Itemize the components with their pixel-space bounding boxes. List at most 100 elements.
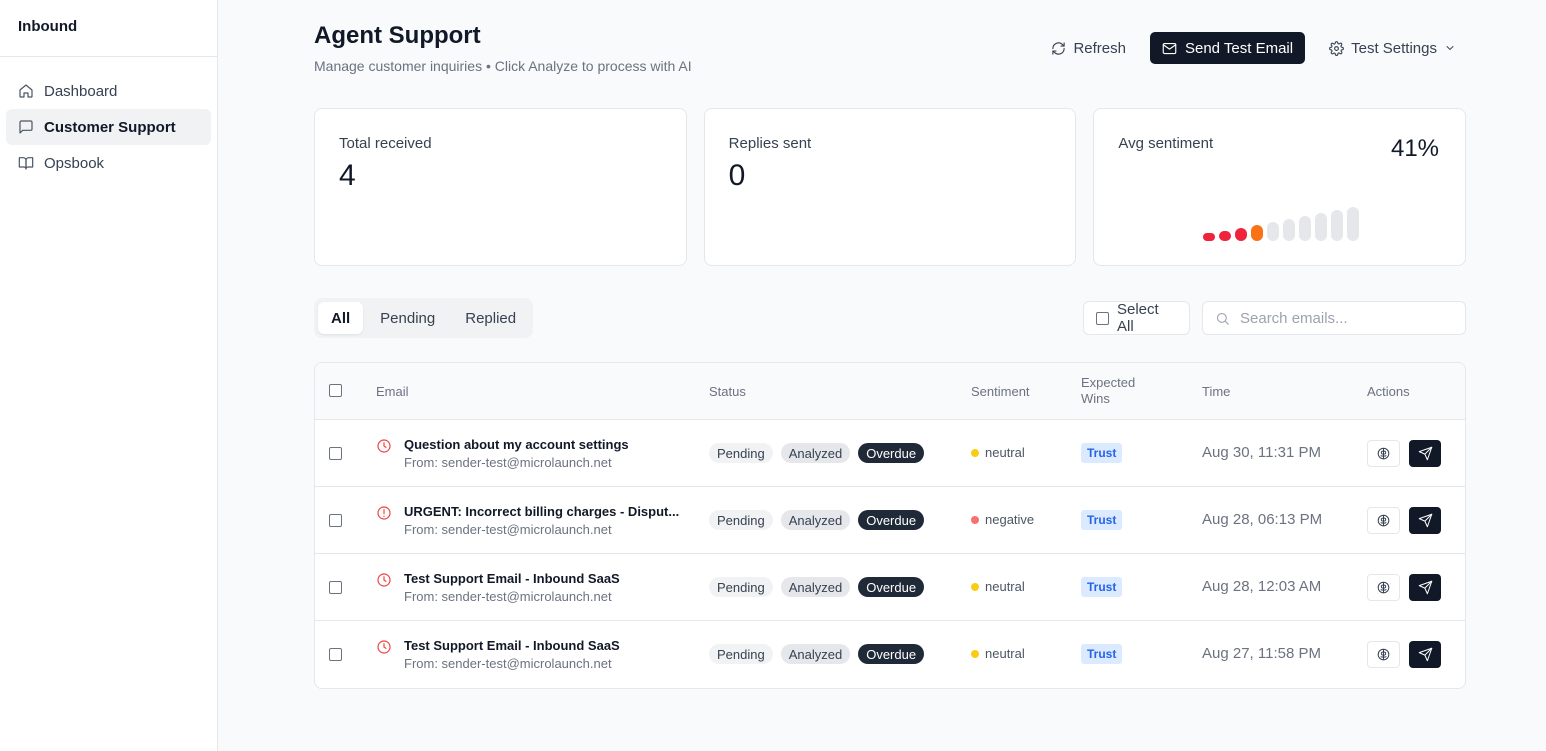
status-badges: Pending Analyzed Overdue [709,644,925,664]
email-subject: Question about my account settings [404,437,629,452]
table-row[interactable]: Test Support Email - Inbound SaaS From: … [315,621,1465,688]
analyze-button[interactable] [1367,641,1400,668]
status-badge-pending: Pending [709,443,773,463]
column-header-status: Status [709,384,746,399]
table-header: Email Status Sentiment Expected Wins Tim… [315,363,1465,420]
table-row[interactable]: Test Support Email - Inbound SaaS From: … [315,554,1465,621]
row-checkbox[interactable] [329,581,342,594]
status-badge-overdue: Overdue [858,577,925,597]
brain-icon [1377,514,1390,527]
row-checkbox[interactable] [329,447,342,460]
status-tabs: All Pending Replied [314,298,534,338]
mail-icon [1162,42,1177,54]
analyze-button[interactable] [1367,574,1400,601]
emails-table: Email Status Sentiment Expected Wins Tim… [314,362,1466,689]
sentiment-bar [1347,207,1360,241]
test-settings-label: Test Settings [1351,39,1437,57]
sentiment-indicator: neutral [971,646,1025,661]
column-header-time: Time [1202,384,1231,399]
send-icon [1418,446,1432,461]
expected-win-badge: Trust [1081,510,1123,530]
stats-cards: Total received 4 Replies sent 0 Avg sent… [314,108,1467,266]
status-badge-analyzed: Analyzed [780,644,851,664]
send-reply-button[interactable] [1409,574,1441,601]
status-badge-analyzed: Analyzed [780,510,851,530]
sentiment-label: neutral [985,445,1025,460]
message-square-icon [19,120,33,134]
expected-win-badge: Trust [1081,644,1123,664]
send-reply-button[interactable] [1409,507,1441,534]
analyze-button[interactable] [1367,507,1400,534]
email-time: Aug 30, 11:31 PM [1202,444,1321,461]
search-box [1202,301,1466,335]
alert-circle-icon [377,506,391,520]
header-checkbox[interactable] [329,384,342,397]
row-checkbox[interactable] [329,514,342,527]
email-time: Aug 28, 12:03 AM [1202,578,1322,595]
table-row[interactable]: Question about my account settings From:… [315,420,1465,487]
table-row[interactable]: URGENT: Incorrect billing charges - Disp… [315,487,1465,554]
status-badge-analyzed: Analyzed [780,443,851,463]
home-icon [19,84,33,98]
send-reply-button[interactable] [1409,641,1441,668]
sentiment-bar [1267,222,1280,241]
page-subtitle: Manage customer inquiries • Click Analyz… [314,58,692,74]
email-subject: URGENT: Incorrect billing charges - Disp… [404,504,680,519]
analyze-button[interactable] [1367,440,1400,467]
sentiment-bar [1299,216,1312,241]
stat-card-avg-sentiment: Avg sentiment 41% [1093,108,1467,266]
email-sender: From: sender-test@microlaunch.net [404,522,612,537]
sentiment-label: negative [985,512,1035,527]
stat-card-total-received: Total received 4 [314,108,687,266]
sidebar-item-customer-support[interactable]: Customer Support [6,109,211,145]
clock-icon [377,640,391,654]
expected-win-badge: Trust [1081,577,1123,597]
send-test-email-label: Send Test Email [1184,39,1294,57]
sidebar-item-label: Dashboard [44,82,118,100]
sentiment-bar [1251,225,1264,241]
sentiment-bar [1331,210,1344,241]
refresh-label: Refresh [1073,39,1126,57]
sentiment-bar [1203,233,1216,241]
brain-icon [1377,648,1390,661]
sentiment-bar [1315,213,1328,241]
brand-logo: Inbound [0,0,217,57]
row-checkbox[interactable] [329,648,342,661]
sidebar: Inbound Dashboard Customer Support Opsbo… [0,0,218,751]
status-badge-overdue: Overdue [858,510,925,530]
tab-pending[interactable]: Pending [367,302,448,334]
page-header: Agent Support Manage customer inquiries … [314,0,1466,108]
sidebar-nav: Dashboard Customer Support Opsbook [0,57,217,197]
sentiment-label: neutral [985,579,1025,594]
refresh-button[interactable]: Refresh [1041,32,1136,64]
select-all-checkbox[interactable] [1096,311,1109,325]
refresh-icon [1052,41,1066,55]
sidebar-item-opsbook[interactable]: Opsbook [6,145,211,181]
stat-label: Total received [339,135,432,152]
tab-replied[interactable]: Replied [452,302,529,334]
email-sender: From: sender-test@microlaunch.net [404,455,612,470]
test-settings-dropdown[interactable]: Test Settings [1319,32,1466,64]
table-body: Question about my account settings From:… [315,420,1465,688]
tab-all[interactable]: All [318,302,364,334]
email-subject: Test Support Email - Inbound SaaS [404,638,620,653]
column-header-actions: Actions [1367,384,1410,399]
sentiment-label: neutral [985,646,1025,661]
select-all-button[interactable]: Select All [1083,301,1190,335]
send-reply-button[interactable] [1409,440,1441,467]
column-header-sentiment: Sentiment [971,384,1030,399]
search-input[interactable] [1240,309,1440,327]
sentiment-meter [1203,207,1360,241]
stat-label: Replies sent [728,135,812,152]
column-header-email: Email [376,384,409,399]
send-test-email-button[interactable]: Send Test Email [1149,32,1306,64]
sidebar-item-label: Opsbook [44,154,105,172]
sentiment-bar [1235,228,1248,241]
column-header-expected-wins: Expected Wins [1081,375,1136,406]
email-time: Aug 28, 06:13 PM [1202,511,1323,528]
sidebar-item-dashboard[interactable]: Dashboard [6,73,211,109]
select-all-label: Select All [1117,301,1159,335]
gear-icon [1329,40,1344,56]
sentiment-indicator: neutral [971,445,1025,460]
send-icon [1418,513,1432,528]
